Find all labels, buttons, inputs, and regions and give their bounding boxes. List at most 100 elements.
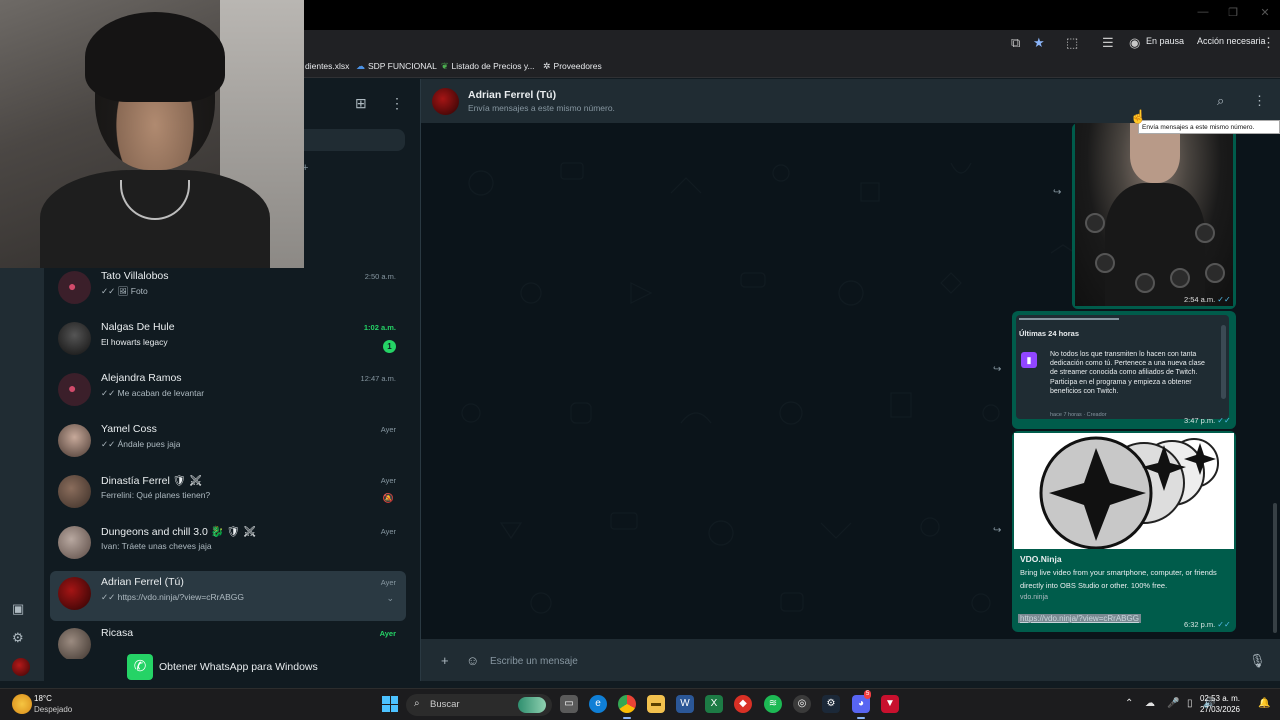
steam-icon[interactable]: ⚙ (822, 695, 840, 713)
antivirus-icon[interactable]: ▼ (881, 695, 899, 713)
chat-time: Ayer (380, 425, 396, 434)
twitch-card: Últimas 24 horas ▮ No todos los que tran… (1016, 315, 1229, 419)
message-composer: + ☺ Escribe un mensaje 🎙 (421, 639, 1280, 681)
install-app-icon[interactable]: ⧉ (1011, 35, 1020, 51)
profile-icon[interactable]: ◉ (1129, 35, 1140, 51)
windows-start-icon[interactable] (382, 696, 398, 712)
get-app-label: Obtener WhatsApp para Windows (159, 661, 318, 673)
word-icon[interactable]: W (676, 695, 694, 713)
media-controls-icon[interactable]: ☰ (1102, 35, 1114, 51)
cloud-icon[interactable]: ☁ (1145, 698, 1155, 709)
notifications-icon[interactable]: 🔔 (1258, 698, 1270, 709)
webcam-overlay (0, 0, 304, 268)
leaf-icon: ❦ (441, 61, 449, 71)
task-view-icon[interactable]: ▭ (560, 695, 578, 713)
contact-avatar[interactable] (432, 88, 459, 115)
chat-last-message: Ferrelini: Qué planes tienen? (101, 490, 211, 500)
chat-row[interactable]: Nalgas De Hule El howarts legacy 1:02 a.… (50, 316, 406, 366)
chevron-down-icon[interactable]: ⌄ (386, 593, 394, 604)
menu-icon[interactable]: ⋮ (390, 95, 404, 112)
maximize-icon[interactable]: ❐ (1218, 6, 1248, 19)
discord-icon[interactable]: ◕ 5 (852, 690, 872, 719)
forward-icon[interactable]: ↪ (1053, 187, 1061, 198)
taskbar-search[interactable]: ⌕ Buscar (406, 694, 552, 716)
weather-icon[interactable] (12, 694, 32, 714)
twitch-icon: ▮ (1021, 352, 1037, 368)
windows-taskbar: 18°C Despejado ⌕ Buscar ▭ e ▬ W X ◆ ≋ ◎ … (0, 688, 1280, 720)
chat-row[interactable]: Dinastía Ferrel 🛡 ⚔ Ferrelini: Qué plane… (50, 469, 406, 519)
chat-name: Dinastía Ferrel 🛡 ⚔ (101, 475, 203, 487)
browser-menu-icon[interactable]: ⋮ (1262, 35, 1275, 51)
search-icon[interactable]: ⌕ (1217, 93, 1224, 109)
search-input[interactable] (304, 129, 405, 151)
new-chat-icon[interactable]: ⊞ (355, 95, 367, 112)
twitch-heading: Últimas 24 horas (1019, 329, 1080, 338)
chat-time: Ayer (379, 629, 396, 638)
vdo-ninja-logo (1014, 433, 1234, 550)
contact-name[interactable]: Adrian Ferrel (Tú) (468, 89, 556, 101)
profile-avatar[interactable] (12, 658, 30, 676)
weather-condition[interactable]: Despejado (34, 705, 72, 714)
excel-icon[interactable]: X (705, 695, 723, 713)
twitch-body: No todos los que transmiten lo hacen con… (1050, 351, 1205, 395)
image-message[interactable]: 2:54 a.m. ✓✓ (1072, 123, 1236, 309)
onedrive-icon: ☁ (356, 61, 365, 71)
microphone-icon[interactable]: 🎤 (1167, 698, 1179, 709)
profile-status[interactable]: En pausa (1146, 36, 1184, 46)
chat-name: Tato Villalobos (101, 270, 169, 282)
search-highlight-icon (518, 697, 546, 713)
avatar (58, 526, 91, 559)
chat-row[interactable]: Yamel Coss ✓✓ Ándale pues jaja Ayer (50, 418, 406, 468)
emoji-icon[interactable]: ☺ (466, 653, 479, 668)
avatar (58, 577, 91, 610)
file-explorer-icon[interactable]: ▬ (647, 695, 665, 713)
edge-icon[interactable]: e (589, 695, 607, 713)
chat-last-message: Ivan: Tráete unas cheves jaja (101, 541, 212, 551)
chat-last-message: ✓✓ Me acaban de levantar (101, 388, 205, 398)
taskbar-search-label: Buscar (430, 699, 460, 710)
settings-gear-icon[interactable]: ⚙ (12, 630, 24, 646)
link-preview-message[interactable]: VDO.Ninja Bring live video from your sma… (1012, 431, 1236, 632)
tooltip: Envía mensajes a este mismo número. (1138, 120, 1280, 134)
minimize-icon[interactable]: — (1188, 6, 1218, 18)
clock-time[interactable]: 02:53 a. m. (1198, 694, 1240, 703)
conversation-pane: Adrian Ferrel (Tú) Envía mensajes a este… (420, 79, 1280, 681)
chevron-up-icon[interactable]: ⌃ (1125, 698, 1133, 709)
chat-name: Yamel Coss (101, 423, 157, 435)
whatsapp-icon: ✆ (127, 654, 153, 680)
chat-row[interactable]: Dungeons and chill 3.0 🐉 🛡 ⚔ Ivan: Tráet… (50, 520, 406, 570)
bookmark-item[interactable]: ☁ SDP FUNCIONAL (356, 61, 437, 72)
get-whatsapp-windows-button[interactable]: ✆ Obtener WhatsApp para Windows (127, 654, 327, 680)
scrollbar[interactable] (1221, 325, 1226, 399)
bookmark-item[interactable]: ✲ Proveedores (543, 61, 602, 72)
pdf-reader-icon[interactable]: ◆ (734, 695, 752, 713)
chrome-icon[interactable] (618, 695, 636, 719)
conversation-scrollbar[interactable] (1272, 123, 1278, 639)
forward-icon[interactable]: ↪ (993, 364, 1001, 375)
message-input[interactable]: Escribe un mensaje (490, 656, 578, 667)
clock-date[interactable]: 27/03/2026 (1190, 705, 1240, 714)
microphone-icon[interactable]: 🎙 (1249, 653, 1266, 669)
action-required-button[interactable]: Acción necesaria (1197, 36, 1266, 46)
attach-plus-icon[interactable]: + (441, 653, 449, 668)
extensions-icon[interactable]: ⬚ (1066, 35, 1078, 51)
conversation-header[interactable]: Adrian Ferrel (Tú) Envía mensajes a este… (421, 79, 1280, 123)
chat-row[interactable]: ● Tato Villalobos ✓✓ 🖼 Foto 2:50 a.m. (50, 265, 406, 315)
menu-icon[interactable]: ⋮ (1253, 93, 1266, 109)
media-icon[interactable]: ▣ (12, 601, 24, 617)
twitch-screenshot-message[interactable]: Últimas 24 horas ▮ No todos los que tran… (1012, 311, 1236, 429)
bookmark-star-icon[interactable]: ★ (1033, 35, 1045, 51)
link-host: vdo.ninja (1020, 594, 1049, 601)
chat-name: Adrian Ferrel (Tú) (101, 576, 184, 588)
spotify-icon[interactable]: ≋ (764, 695, 782, 713)
chat-row[interactable]: ● Alejandra Ramos ✓✓ Me acaban de levant… (50, 367, 406, 417)
weather-temperature[interactable]: 18°C (34, 694, 52, 703)
bookmark-item[interactable]: ❦ Listado de Precios y... (441, 61, 535, 72)
obs-icon[interactable]: ◎ (793, 695, 811, 713)
forward-icon[interactable]: ↪ (993, 525, 1001, 536)
chat-row-active[interactable]: Adrian Ferrel (Tú) ✓✓ https://vdo.ninja/… (50, 571, 406, 621)
link-title: VDO.Ninja (1020, 554, 1062, 564)
close-icon[interactable]: ✕ (1250, 6, 1280, 19)
bookmark-item[interactable]: dientes.xlsx (305, 61, 349, 71)
message-link[interactable]: https://vdo.ninja/?view=cRrABGG (1018, 614, 1141, 623)
